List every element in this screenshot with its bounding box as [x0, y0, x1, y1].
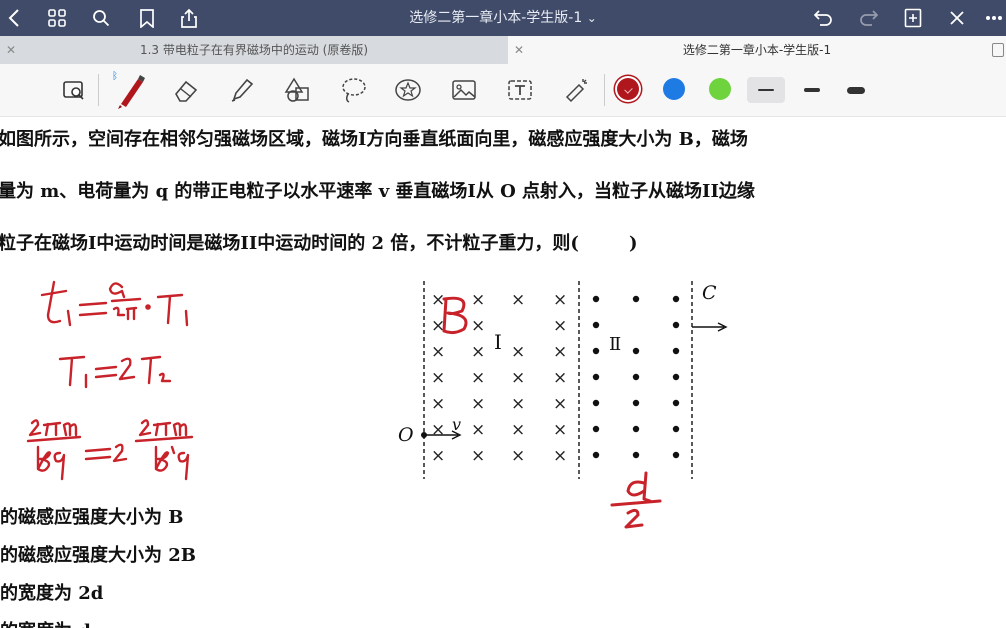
- field-cross-symbol: ×: [471, 420, 485, 440]
- grid-icon[interactable]: [44, 0, 70, 36]
- search-icon[interactable]: [88, 0, 114, 36]
- document-tabs: ✕ 1.3 带电粒子在有界磁场中的运动 (原卷版) ✕ 选修二第一章小本-学生版…: [0, 36, 1006, 64]
- field-cross-symbol: ×: [431, 394, 445, 414]
- field-dot-symbol: [672, 295, 680, 303]
- field-cross-symbol: ×: [431, 420, 445, 440]
- eraser-icon[interactable]: [170, 74, 202, 106]
- region-II-label: Ⅱ: [609, 334, 621, 355]
- document-page[interactable]: 如图所示，空间存在相邻匀强磁场区域，磁场I方向垂直纸面向里，磁感应强度大小为 B…: [0, 117, 1006, 628]
- chevron-down-icon[interactable]: ⌄: [587, 11, 597, 25]
- region-I-label: I: [494, 330, 502, 354]
- more-icon[interactable]: [984, 0, 1004, 36]
- color-red-selected[interactable]: [617, 78, 639, 100]
- field-dot-symbol: [632, 373, 640, 381]
- lasso-icon[interactable]: [338, 74, 370, 106]
- field-dot-symbol: [632, 425, 640, 433]
- tab-split-icon[interactable]: [992, 43, 1004, 57]
- field-cross-symbol: ×: [553, 290, 567, 310]
- tab-inactive[interactable]: ✕ 1.3 带电粒子在有界磁场中的运动 (原卷版): [0, 36, 508, 64]
- field-cross-symbol: ×: [553, 446, 567, 466]
- velocity-label: v: [452, 415, 461, 434]
- option-B: 的磁感应强度大小为 2B: [0, 545, 197, 566]
- field-dot-symbol: [672, 399, 680, 407]
- annotation-toolbar: ᛒ: [0, 64, 1006, 117]
- option-D: 的宽度为 d: [0, 617, 91, 628]
- share-icon[interactable]: [176, 0, 202, 36]
- image-icon[interactable]: [448, 74, 480, 106]
- field-dot-symbol: [592, 399, 600, 407]
- field-cross-symbol: ×: [511, 446, 525, 466]
- field-II-dots: [592, 295, 680, 459]
- field-dot-symbol: [592, 373, 600, 381]
- close-icon[interactable]: [944, 0, 970, 36]
- field-dot-symbol: [592, 321, 600, 329]
- field-cross-symbol: ×: [511, 290, 525, 310]
- highlighter-icon[interactable]: [226, 74, 258, 106]
- field-cross-symbol: ×: [431, 368, 445, 388]
- field-dot-symbol: [672, 321, 680, 329]
- field-dot-symbol: [592, 295, 600, 303]
- back-icon[interactable]: [4, 0, 24, 36]
- field-cross-symbol: ×: [511, 342, 525, 362]
- line-weight-thin[interactable]: [747, 77, 785, 103]
- field-dot-symbol: [632, 451, 640, 459]
- undo-icon[interactable]: [810, 0, 836, 36]
- option-A: 的磁感应强度大小为 B: [0, 507, 184, 528]
- field-cross-symbol: ×: [431, 446, 445, 466]
- tab-label: 1.3 带电粒子在有界磁场中的运动 (原卷版): [139, 43, 369, 57]
- bookmark-icon[interactable]: [134, 0, 160, 36]
- laser-icon[interactable]: [560, 74, 592, 106]
- tab-active[interactable]: ✕ 选修二第一章小本-学生版-1: [508, 36, 1006, 64]
- pen-icon[interactable]: ᛒ: [110, 68, 150, 112]
- point-O-label: O: [398, 424, 414, 446]
- field-dot-symbol: [632, 347, 640, 355]
- field-dot-symbol: [592, 425, 600, 433]
- field-cross-symbol: ×: [553, 420, 567, 440]
- field-cross-symbol: ×: [471, 394, 485, 414]
- field-cross-symbol: ×: [553, 342, 567, 362]
- handwritten-d-over-2: [610, 471, 662, 529]
- field-cross-symbol: ×: [471, 446, 485, 466]
- field-cross-symbol: ×: [431, 342, 445, 362]
- field-dot-symbol: [592, 347, 600, 355]
- handwritten-notes: [26, 280, 194, 481]
- field-cross-symbol: ×: [511, 420, 525, 440]
- sticker-icon[interactable]: [392, 74, 424, 106]
- color-green[interactable]: [709, 78, 731, 100]
- field-dot-symbol: [672, 373, 680, 381]
- redo-icon[interactable]: [856, 0, 882, 36]
- svg-text:ᛒ: ᛒ: [112, 71, 118, 82]
- field-cross-symbol: ×: [553, 368, 567, 388]
- field-dot-symbol: [672, 425, 680, 433]
- document-title-text[interactable]: 选修二第一章小本-学生版-1: [409, 10, 582, 26]
- question-line-2: 量为 m、电荷量为 q 的带正电粒子以水平速率 v 垂直磁场I从 O 点射入，当…: [0, 181, 755, 202]
- line-weight-medium[interactable]: [795, 77, 829, 103]
- tab-label: 选修二第一章小本-学生版-1: [682, 43, 832, 57]
- option-C: 的宽度为 2d: [0, 583, 104, 604]
- field-cross-symbol: ×: [511, 394, 525, 414]
- field-cross-symbol: ×: [511, 368, 525, 388]
- field-dot-symbol: [672, 451, 680, 459]
- question-line-1: 如图所示，空间存在相邻匀强磁场区域，磁场I方向垂直纸面向里，磁感应强度大小为 B…: [0, 129, 748, 150]
- shapes-icon[interactable]: [282, 74, 314, 106]
- field-dot-symbol: [632, 399, 640, 407]
- field-dot-symbol: [672, 347, 680, 355]
- field-cross-symbol: ×: [471, 342, 485, 362]
- field-dot-symbol: [592, 451, 600, 459]
- textbox-icon[interactable]: [504, 74, 536, 106]
- field-cross-symbol: ×: [471, 368, 485, 388]
- line-weight-thick[interactable]: [839, 77, 873, 103]
- add-page-icon[interactable]: [900, 0, 926, 36]
- field-dot-symbol: [632, 295, 640, 303]
- toolbar-divider: [604, 74, 605, 106]
- question-line-3: 粒子在磁场I中运动时间是磁场II中运动时间的 2 倍，不计粒子重力，则( ): [0, 233, 638, 254]
- lasso-zoom-icon[interactable]: [58, 74, 90, 106]
- toolbar-divider: [98, 74, 99, 106]
- app-topbar: 选修二第一章小本-学生版-1 ⌄: [0, 0, 1006, 36]
- handwritten-B: [442, 296, 468, 335]
- color-blue[interactable]: [663, 78, 685, 100]
- point-C-label: C: [702, 282, 717, 304]
- field-cross-symbol: ×: [553, 316, 567, 336]
- field-cross-symbol: ×: [553, 394, 567, 414]
